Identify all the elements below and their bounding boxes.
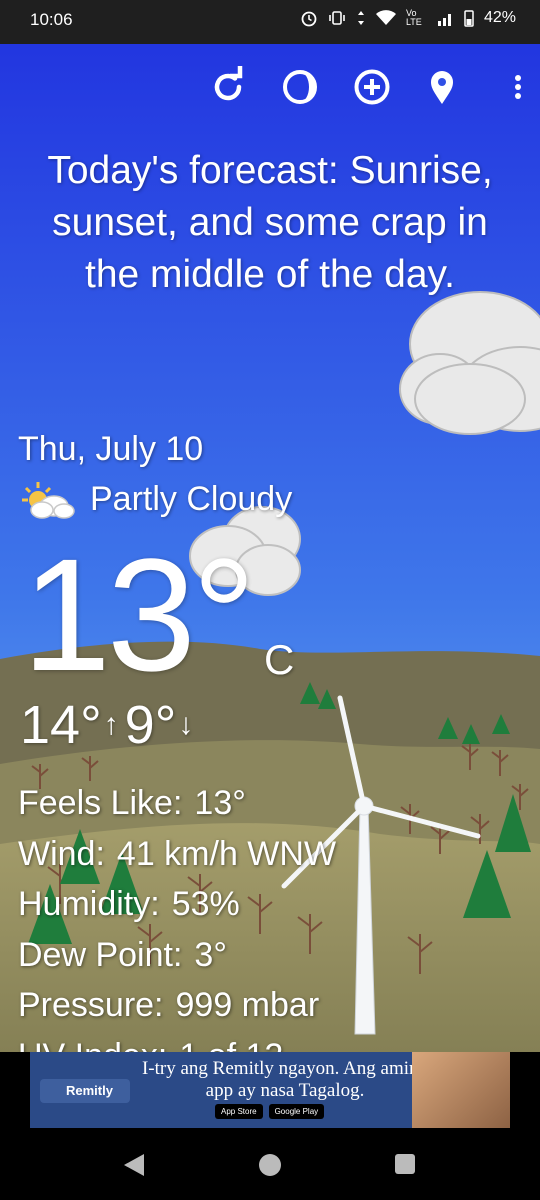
status-icons: Vo LTE 42% [300,9,516,27]
google-play-badge: Google Play [268,1104,325,1119]
detail-dew-point: Dew Point: 3° [18,935,227,974]
add-location-icon [354,69,390,105]
high-temp: 14° [20,695,102,755]
high-low: 14° ↑ 9° ↓ [20,694,199,756]
network-type: Vo LTE [405,8,422,27]
status-bar: 10:06 Vo LTE 42% [0,0,540,44]
moon-phase-button[interactable] [278,64,322,110]
arrow-up-icon: ↑ [103,708,119,741]
forecast-text: Today's forecast: Sunrise, sunset, and s… [47,149,493,296]
moon-phase-icon [283,70,317,104]
details-list: Feels Like: 13° Wind: 41 km/h WNW Humidity… [18,778,336,1081]
back-button[interactable] [122,1152,146,1178]
battery-icon [464,10,474,27]
app-store-badge: App Store [215,1104,263,1119]
toolbar [0,64,540,114]
ad-banner[interactable]: Remitly I-try ang Remitly ngayon. Ang am… [30,1052,510,1128]
status-time: 10:06 [30,10,73,29]
detail-humidity: Humidity: 53% [18,885,240,923]
refresh-icon [214,66,243,101]
ad-headline: I-try ang Remitly ngayon. Ang aming app … [141,1058,428,1101]
condition-row: Partly Cloudy [18,478,292,520]
signal-icon [437,14,451,26]
recents-button[interactable] [394,1153,416,1175]
navigation-bar [0,1132,540,1200]
ad-logo: Remitly [40,1079,130,1103]
date-label: Thu, July 10 [18,430,204,468]
current-temperature: 13° [22,525,256,704]
home-button[interactable] [258,1153,282,1177]
data-arrows-icon [357,11,364,25]
battery-level: 42% [483,9,516,26]
temperature-unit: C [264,636,295,683]
detail-pressure: Pressure: 999 mbar [18,986,320,1024]
alarm-icon [301,11,317,27]
vibrate-icon [329,11,345,25]
detail-feels-like: Feels Like: 13° [18,784,246,822]
refresh-button[interactable] [206,64,250,110]
ad-store-badges: App Store Google Play [215,1104,325,1119]
ad-photo [412,1052,510,1128]
more-options-button[interactable] [508,64,528,110]
add-location-button[interactable] [350,64,394,110]
arrow-down-icon: ↓ [178,708,194,741]
partly-cloudy-icon [22,482,75,519]
wifi-icon [375,10,396,25]
location-button[interactable] [420,64,464,110]
location-pin-icon [431,71,453,104]
condition-label: Partly Cloudy [90,479,293,518]
more-vert-icon [515,75,521,99]
low-temp: 9° [124,695,177,755]
detail-wind: Wind: 41 km/h WNW [18,834,337,873]
